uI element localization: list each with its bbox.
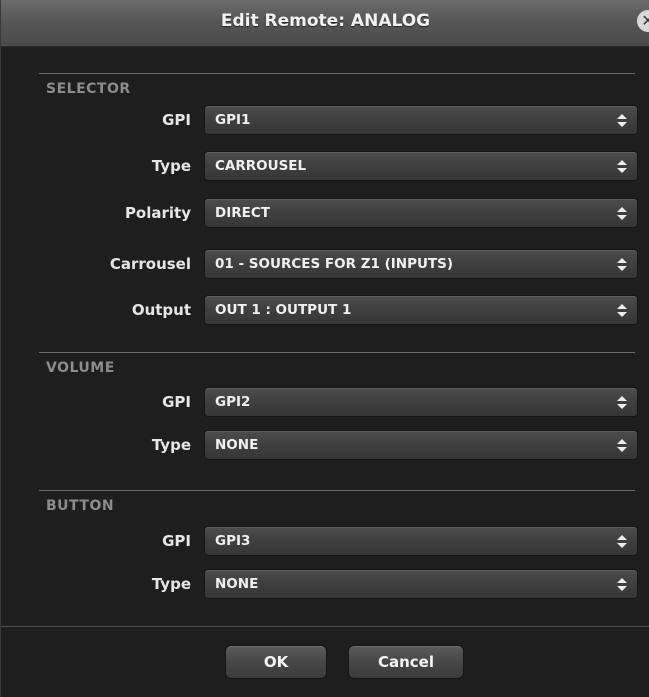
button-gpi-select[interactable]: GPI3 [204,526,638,556]
section-label-button: BUTTON [46,498,115,514]
button-type-row: Type NONE [1,569,649,599]
selector-type-value: CARROUSEL [215,158,307,174]
selector-carrousel-row: Carrousel 01 - SOURCES FOR Z1 (INPUTS) [1,249,649,279]
ok-button[interactable]: OK [225,645,327,679]
selector-gpi-select[interactable]: GPI1 [204,105,638,135]
selector-output-select[interactable]: OUT 1 : OUTPUT 1 [204,295,638,325]
volume-gpi-label: GPI [162,393,191,411]
selector-output-label: Output [131,301,191,319]
volume-type-row: Type NONE [1,430,649,460]
section-label-selector: SELECTOR [46,81,131,97]
volume-gpi-select[interactable]: GPI2 [204,387,638,417]
volume-type-value: NONE [215,437,259,453]
updown-arrows-icon [617,578,627,591]
volume-gpi-value: GPI2 [215,394,251,410]
cancel-button[interactable]: Cancel [348,645,464,679]
updown-arrows-icon [617,160,627,173]
updown-arrows-icon [617,207,627,220]
updown-arrows-icon [617,304,627,317]
selector-polarity-select[interactable]: DIRECT [204,198,638,228]
selector-polarity-row: Polarity DIRECT [1,198,649,228]
button-gpi-row: GPI GPI3 [1,526,649,556]
selector-gpi-value: GPI1 [215,112,251,128]
button-type-value: NONE [215,576,259,592]
updown-arrows-icon [617,258,627,271]
selector-type-select[interactable]: CARROUSEL [204,151,638,181]
button-type-label: Type [151,575,191,593]
selector-type-label: Type [151,157,191,175]
updown-arrows-icon [617,535,627,548]
selector-type-row: Type CARROUSEL [1,151,649,181]
selector-polarity-label: Polarity [124,204,191,222]
updown-arrows-icon [617,439,627,452]
selector-output-value: OUT 1 : OUTPUT 1 [215,302,352,318]
selector-polarity-value: DIRECT [215,205,270,221]
button-gpi-value: GPI3 [215,533,251,549]
volume-section: VOLUME [39,352,635,483]
volume-gpi-row: GPI GPI2 [1,387,649,417]
selector-gpi-row: GPI GPI1 [1,105,649,135]
edit-remote-dialog: Edit Remote: ANALOG ✕ SELECTOR GPI GPI1 … [0,0,649,697]
volume-type-select[interactable]: NONE [204,430,638,460]
selector-output-row: Output OUT 1 : OUTPUT 1 [1,295,649,325]
button-gpi-label: GPI [162,532,191,550]
updown-arrows-icon [617,396,627,409]
button-type-select[interactable]: NONE [204,569,638,599]
volume-type-label: Type [151,436,191,454]
selector-carrousel-select[interactable]: 01 - SOURCES FOR Z1 (INPUTS) [204,249,638,279]
section-label-volume: VOLUME [46,360,115,376]
selector-gpi-label: GPI [162,111,191,129]
selector-carrousel-value: 01 - SOURCES FOR Z1 (INPUTS) [215,256,454,272]
dialog-title: Edit Remote: ANALOG [220,11,431,31]
footer-divider [1,626,649,627]
updown-arrows-icon [617,114,627,127]
selector-carrousel-label: Carrousel [109,255,191,273]
dialog-titlebar[interactable]: Edit Remote: ANALOG ✕ [1,0,649,47]
